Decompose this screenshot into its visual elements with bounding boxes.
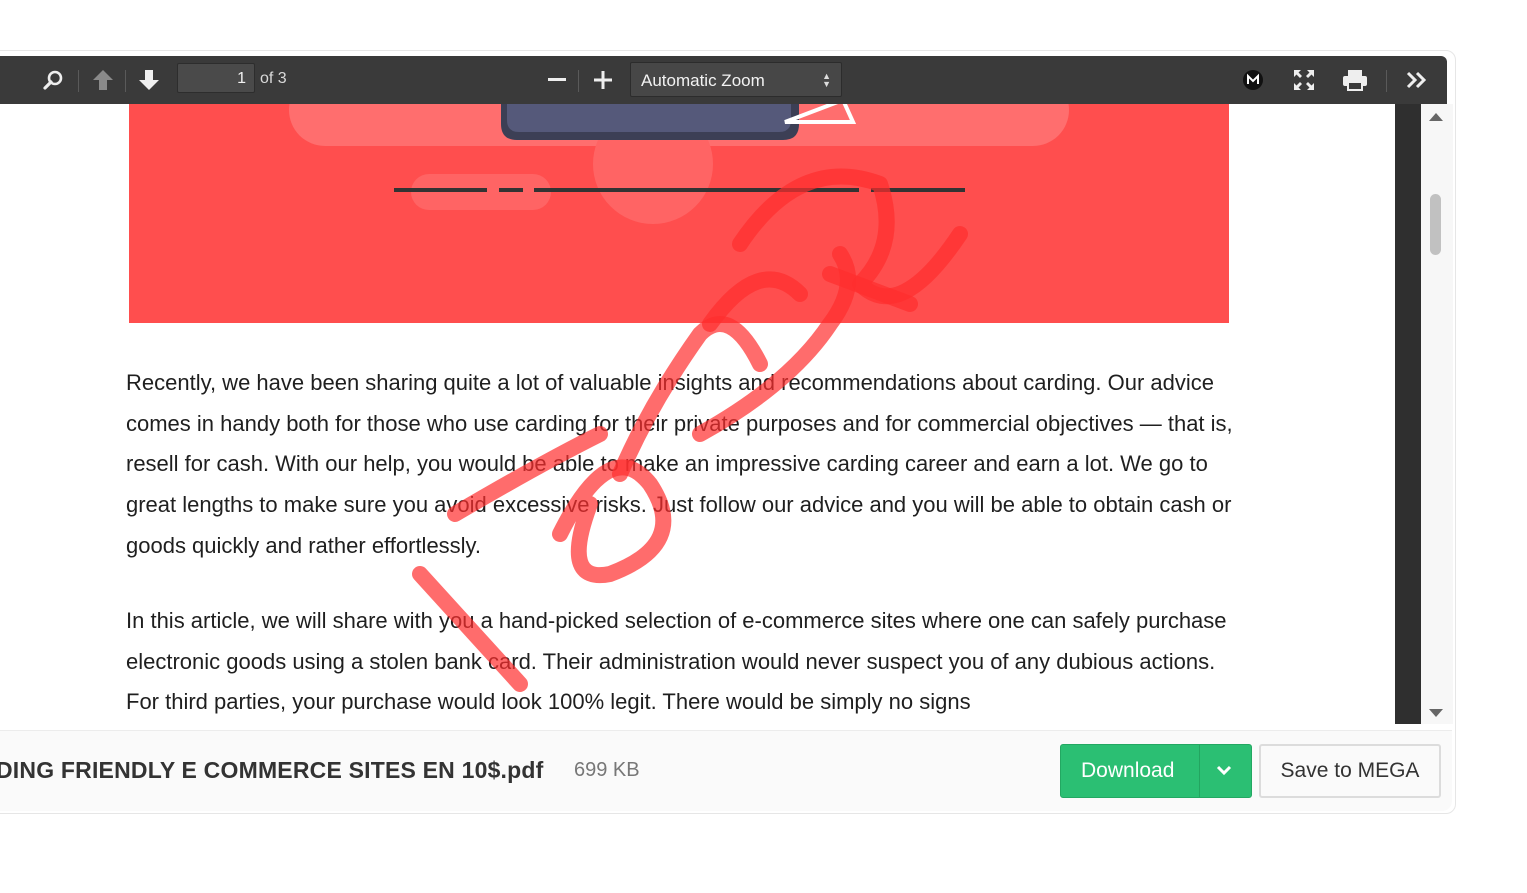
file-name: DING FRIENDLY E COMMERCE SITES EN 10$.pd… (0, 757, 544, 783)
download-label: Download (1081, 759, 1175, 782)
search-icon[interactable] (38, 66, 68, 94)
previous-page-icon[interactable] (88, 66, 118, 94)
save-to-mega-button[interactable]: Save to MEGA (1259, 744, 1441, 798)
paragraph-1: Recently, we have been sharing quite a l… (126, 370, 1233, 558)
hero-illustration (129, 104, 1229, 323)
zoom-in-icon[interactable] (588, 66, 618, 94)
pdf-page: Recently, we have been sharing quite a l… (0, 104, 1395, 724)
page-number-input[interactable]: 1 (177, 63, 255, 93)
paragraph-2: In this article, we will share with you … (126, 608, 1227, 715)
scrollbar-track (1395, 104, 1421, 724)
file-size: 699 KB (574, 759, 640, 781)
zoom-out-icon[interactable] (542, 66, 572, 94)
zoom-select-value: Automatic Zoom (641, 71, 765, 90)
next-page-icon[interactable] (134, 66, 164, 94)
select-arrows-icon: ▲ ▼ (822, 71, 831, 89)
download-button[interactable]: Download (1060, 744, 1252, 798)
page-count-label: of 3 (260, 70, 287, 87)
scroll-down-icon[interactable] (1428, 708, 1444, 718)
print-icon[interactable] (1340, 66, 1370, 94)
chevron-down-icon[interactable] (1215, 761, 1233, 779)
scrollbar-thumb[interactable] (1430, 194, 1441, 255)
zoom-select[interactable]: Automatic Zoom ▲ ▼ (630, 62, 842, 97)
scroll-up-icon[interactable] (1428, 112, 1444, 122)
mega-icon[interactable] (1240, 66, 1266, 94)
fullscreen-icon[interactable] (1290, 66, 1318, 94)
more-tools-icon[interactable] (1403, 66, 1431, 94)
